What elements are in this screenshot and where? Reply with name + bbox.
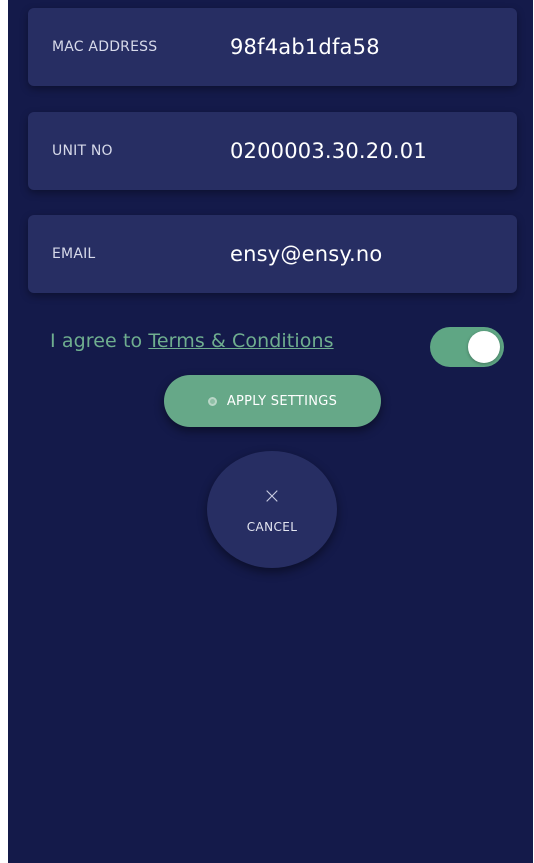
toggle-knob bbox=[468, 331, 500, 363]
dot-icon bbox=[207, 396, 217, 406]
terms-link[interactable]: Terms & Conditions bbox=[148, 330, 333, 352]
mac-address-field[interactable]: MAC ADDRESS 98f4ab1dfa58 bbox=[28, 8, 517, 86]
unit-no-field[interactable]: UNIT NO 0200003.30.20.01 bbox=[28, 112, 517, 190]
apply-settings-button[interactable]: APPLY SETTINGS bbox=[164, 375, 381, 427]
close-icon: × bbox=[262, 483, 282, 509]
mac-address-label: MAC ADDRESS bbox=[52, 39, 158, 55]
terms-agreement: I agree to Terms & Conditions bbox=[50, 330, 334, 352]
email-label: EMAIL bbox=[52, 246, 96, 262]
terms-toggle[interactable] bbox=[430, 327, 504, 367]
settings-screen: MAC ADDRESS 98f4ab1dfa58 UNIT NO 0200003… bbox=[8, 0, 533, 863]
apply-settings-label: APPLY SETTINGS bbox=[226, 393, 338, 409]
cancel-button[interactable]: × CANCEL bbox=[207, 451, 337, 568]
unit-no-label: UNIT NO bbox=[52, 143, 113, 159]
mac-address-value: 98f4ab1dfa58 bbox=[230, 35, 380, 59]
cancel-label: CANCEL bbox=[246, 519, 298, 534]
email-field[interactable]: EMAIL ensy@ensy.no bbox=[28, 215, 517, 293]
email-value: ensy@ensy.no bbox=[230, 242, 383, 266]
unit-no-value: 0200003.30.20.01 bbox=[230, 139, 427, 163]
terms-prefix: I agree to bbox=[50, 330, 149, 352]
